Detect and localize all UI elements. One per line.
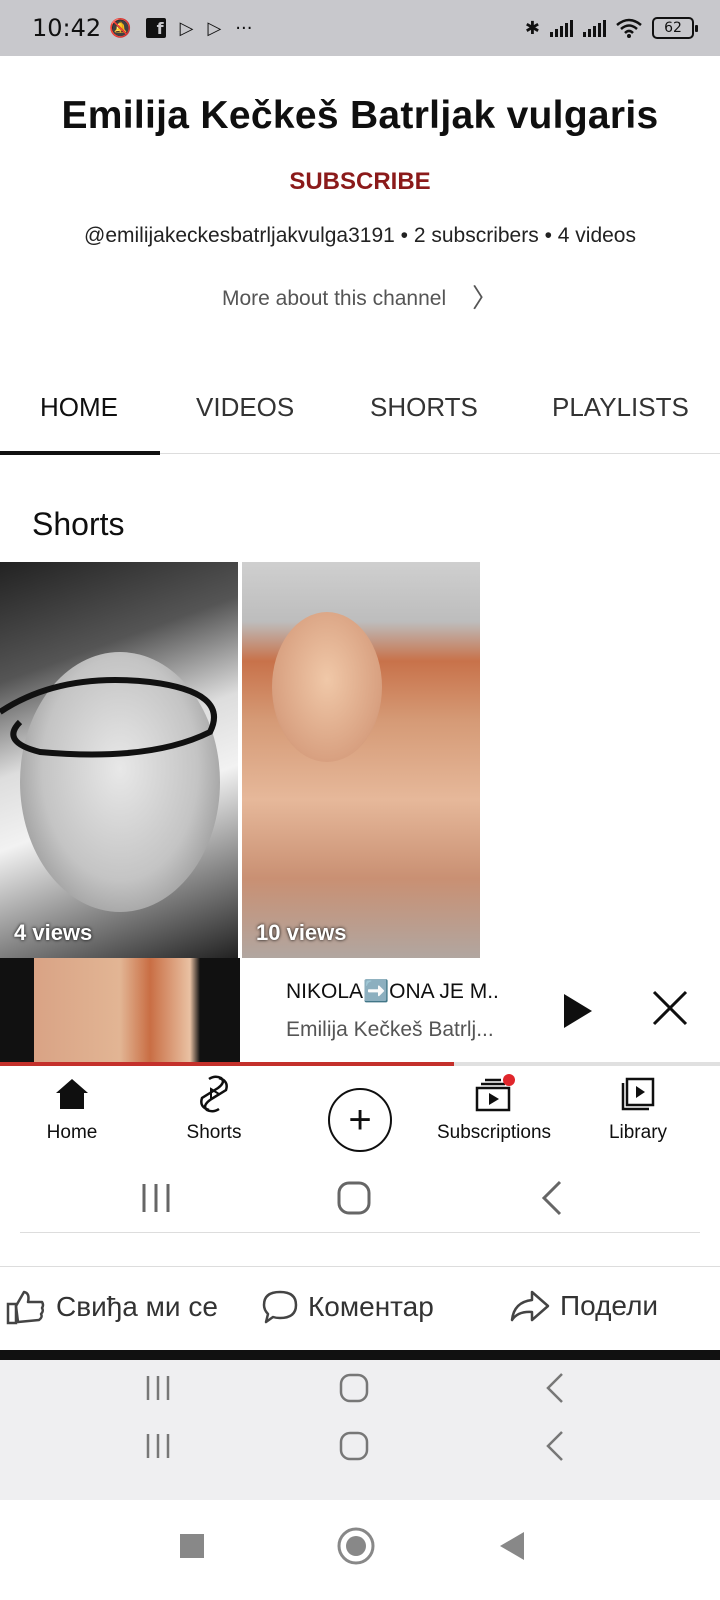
mute-icon: 🔕 [109, 17, 132, 39]
mini-player-title: NIKOLA➡️ONA JE M.. [286, 980, 499, 1003]
home-button-icon[interactable] [336, 1178, 372, 1218]
tab-home[interactable]: HOME [40, 392, 118, 423]
subscribe-button[interactable]: SUBSCRIBE [0, 168, 720, 196]
recent-apps-icon[interactable] [178, 1532, 206, 1560]
signal-icon [583, 19, 606, 37]
play-notification-icon: ▷ [179, 17, 194, 39]
subscriber-count: 2 subscribers [413, 224, 539, 247]
nav-create[interactable]: + [288, 1066, 432, 1152]
nav-library[interactable]: Library [566, 1066, 710, 1144]
tab-videos[interactable]: VIDEOS [196, 392, 294, 423]
back-icon[interactable] [542, 1428, 568, 1464]
shorts-shelf: 4 views 10 views [0, 562, 480, 958]
home-icon [56, 1079, 88, 1109]
mini-player-channel: Emilija Kečkeš Batrlj... [286, 1018, 494, 1041]
notification-dot [503, 1074, 515, 1086]
close-icon[interactable] [650, 988, 690, 1028]
share-label: Подели [560, 1290, 659, 1321]
wifi-icon [616, 18, 642, 38]
share-icon [510, 1290, 550, 1322]
facebook-action-bar: Свиђа ми се Коментар Подели [0, 1266, 720, 1346]
bluetooth-icon: ✱ [524, 17, 540, 39]
channel-handle: @emilijakeckesbatrljakvulga3191 [84, 224, 395, 247]
chevron-right-icon: 〉 [471, 283, 498, 313]
nav-label: Library [608, 1122, 668, 1143]
tab-shorts[interactable]: SHORTS [370, 392, 478, 423]
signal-icon [550, 19, 573, 37]
status-time: 10:42 [32, 14, 102, 42]
tab-playlists[interactable]: PLAYLISTS [552, 392, 689, 423]
like-label: Свиђа ми се [56, 1291, 218, 1322]
nav-label: Subscriptions [436, 1122, 552, 1143]
library-icon [621, 1077, 655, 1111]
status-bar: 10:42 🔕 f ▷ ▷ ··· ✱ 62 [0, 0, 720, 56]
shorts-icon [200, 1075, 228, 1113]
nav-label: Shorts [186, 1122, 242, 1143]
more-about-link[interactable]: More about this channel 〉 [0, 278, 720, 315]
comment-button[interactable]: Коментар [262, 1289, 434, 1325]
play-icon[interactable] [560, 992, 594, 1030]
mini-player-thumbnail[interactable] [0, 958, 240, 1062]
back-icon[interactable] [542, 1370, 568, 1406]
like-button[interactable]: Свиђа ми се [6, 1289, 218, 1325]
nav-label: Home [46, 1122, 98, 1143]
nav-home[interactable]: Home [0, 1066, 144, 1144]
system-navigation-bar [0, 1418, 720, 1478]
short-thumbnail[interactable]: 4 views [0, 562, 238, 958]
share-button[interactable]: Подели [510, 1289, 658, 1323]
comment-label: Коментар [308, 1291, 434, 1322]
home-button-icon[interactable] [336, 1526, 376, 1566]
divider [0, 1350, 720, 1360]
create-icon: + [328, 1088, 392, 1152]
channel-name: Emilija Kečkeš Batrljak vulgaris [61, 94, 659, 137]
home-button-icon[interactable] [338, 1428, 370, 1464]
short-view-count: 4 views [14, 920, 93, 945]
recent-apps-icon[interactable] [142, 1370, 174, 1406]
shorts-section-title: Shorts [32, 506, 125, 542]
more-about-label: More about this channel [222, 287, 447, 310]
nav-subscriptions[interactable]: Subscriptions [422, 1066, 566, 1144]
thumbnail-image [272, 612, 382, 762]
facebook-icon: f [145, 18, 166, 38]
subscriptions-icon [475, 1074, 515, 1112]
recent-apps-icon[interactable] [138, 1178, 174, 1218]
system-navigation-bar [0, 1168, 720, 1228]
bottom-navigation: Home Shorts + Subscriptions Library [0, 1066, 720, 1166]
scribble-mark [0, 677, 217, 758]
play-notification-icon: ▷ [207, 17, 222, 39]
channel-meta: @emilijakeckesbatrljakvulga3191 • 2 subs… [0, 224, 720, 248]
home-button-icon[interactable] [338, 1370, 370, 1406]
battery-icon: 62 [652, 17, 698, 39]
video-count: 4 videos [557, 224, 636, 247]
separator-dot: • [400, 224, 414, 247]
thumbs-up-icon [6, 1290, 45, 1325]
back-icon[interactable] [498, 1530, 526, 1562]
active-tab-indicator [0, 451, 160, 455]
comment-icon [262, 1290, 298, 1324]
outer-screenshot-area [0, 1360, 720, 1500]
short-thumbnail[interactable]: 10 views [242, 562, 480, 958]
back-icon[interactable] [538, 1178, 568, 1218]
divider [20, 1232, 700, 1233]
more-icon: ··· [235, 17, 253, 39]
mini-player[interactable]: NIKOLA➡️ONA JE M.. Emilija Kečkeš Batrlj… [0, 958, 720, 1066]
android-navigation-bar [0, 1500, 720, 1600]
separator-dot: • [544, 224, 558, 247]
short-view-count: 10 views [256, 920, 347, 945]
channel-tabs: HOME VIDEOS SHORTS PLAYLISTS [0, 370, 720, 455]
nav-shorts[interactable]: Shorts [142, 1066, 286, 1144]
recent-apps-icon[interactable] [142, 1428, 174, 1464]
channel-header: Emilija Kečkeš Batrljak vulgaris SUBSCRI… [0, 56, 720, 356]
system-navigation-bar [0, 1360, 720, 1420]
